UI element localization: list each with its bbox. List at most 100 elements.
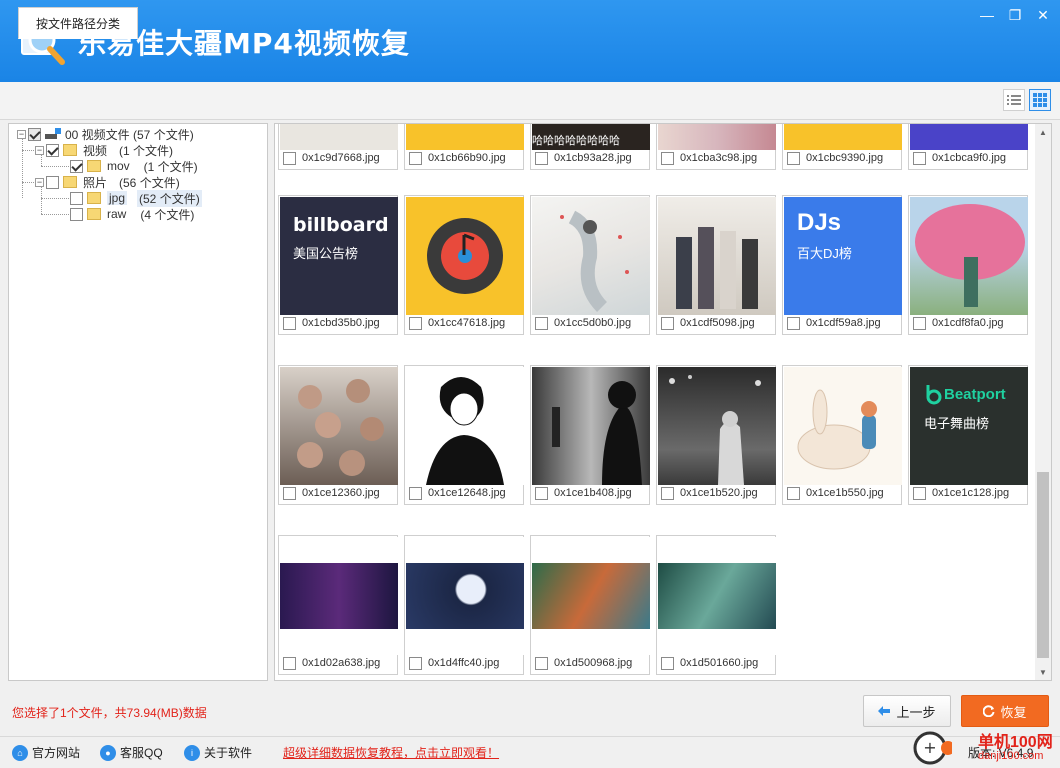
scroll-thumb[interactable]	[1037, 472, 1049, 658]
tree-item-photos[interactable]: − 照片 (56 个文件)	[35, 174, 180, 190]
collapse-icon[interactable]: −	[17, 129, 26, 139]
thumbnail	[910, 124, 1028, 150]
checkbox[interactable]	[46, 143, 59, 157]
thumbnail	[658, 367, 776, 485]
checkbox[interactable]	[661, 486, 674, 500]
checkbox[interactable]	[409, 151, 422, 165]
file-card[interactable]: 0x1ce12648.jpg	[404, 365, 524, 505]
tree-item-video[interactable]: − 视频 (1 个文件)	[35, 142, 173, 158]
vertical-scrollbar[interactable]: ▲ ▼	[1035, 124, 1051, 680]
file-card[interactable]: 0x1cb66b90.jpg	[404, 124, 524, 170]
checkbox[interactable]	[661, 656, 674, 670]
thumbnail-caption: 哈哈哈哈哈哈哈哈	[532, 135, 620, 147]
checkbox[interactable]	[409, 656, 422, 670]
scroll-up-icon[interactable]: ▲	[1035, 124, 1051, 140]
illustration-image	[658, 563, 776, 629]
file-card[interactable]: 0x1d500968.jpg	[530, 535, 650, 675]
file-name: 0x1cb66b90.jpg	[428, 152, 506, 164]
collapse-icon[interactable]: −	[35, 177, 44, 187]
prev-step-button[interactable]: 上一步	[863, 695, 951, 727]
checkbox[interactable]	[409, 486, 422, 500]
tree-item-count: (4 个文件)	[140, 207, 195, 222]
checkbox[interactable]	[283, 316, 296, 330]
file-card[interactable]: 0x1ce1b550.jpg	[782, 365, 902, 505]
tab-by-file-path[interactable]: 按文件路径分类	[18, 7, 138, 39]
tree-item-jpg[interactable]: jpg (52 个文件)	[70, 189, 202, 207]
about-software-link[interactable]: i 关于软件	[184, 744, 252, 761]
thumbnail	[406, 197, 524, 315]
checkbox[interactable]	[535, 486, 548, 500]
file-card[interactable]: DJs 百大DJ榜 0x1cdf59a8.jpg	[782, 195, 902, 335]
collapse-icon[interactable]: −	[35, 145, 44, 155]
checkbox[interactable]	[28, 127, 41, 141]
official-website-link[interactable]: ⌂ 官方网站	[12, 744, 80, 761]
checkbox[interactable]	[535, 151, 548, 165]
checkbox[interactable]	[283, 486, 296, 500]
file-card[interactable]: 哈哈哈哈哈哈哈哈 0x1cb93a28.jpg	[530, 124, 650, 170]
file-name: 0x1ce1b550.jpg	[806, 487, 884, 499]
file-card[interactable]: 0x1cba3c98.jpg	[656, 124, 776, 170]
file-card[interactable]: billboard 美国公告榜 0x1cbd35b0.jpg	[278, 195, 398, 335]
file-card[interactable]: 0x1cbca9f0.jpg	[908, 124, 1028, 170]
checkbox[interactable]	[913, 151, 926, 165]
file-card[interactable]: 0x1ce1b520.jpg	[656, 365, 776, 505]
minimize-icon[interactable]: —	[976, 6, 998, 24]
file-card[interactable]: 0x1cdf8fa0.jpg	[908, 195, 1028, 335]
folder-icon	[87, 160, 101, 172]
checkbox[interactable]	[787, 316, 800, 330]
list-view-button[interactable]	[1003, 89, 1025, 111]
grid-view-button[interactable]	[1029, 89, 1051, 111]
tree-item-label: raw	[107, 207, 127, 221]
file-card[interactable]: 0x1ce1b408.jpg	[530, 365, 650, 505]
checkbox[interactable]	[535, 316, 548, 330]
checkbox[interactable]	[46, 175, 59, 189]
tab-bar	[0, 82, 1060, 120]
checkbox[interactable]	[535, 656, 548, 670]
checkbox[interactable]	[787, 151, 800, 165]
file-card[interactable]: Beatport 电子舞曲榜 0x1ce1c128.jpg	[908, 365, 1028, 505]
file-card[interactable]: 0x1d02a638.jpg	[278, 535, 398, 675]
file-card[interactable]: 0x1cbc9390.jpg	[782, 124, 902, 170]
checkbox[interactable]	[409, 316, 422, 330]
file-name: 0x1cbc9390.jpg	[806, 152, 884, 164]
checkbox[interactable]	[283, 151, 296, 165]
tree-item-raw[interactable]: raw (4 个文件)	[70, 206, 194, 222]
official-website-label: 官方网站	[32, 746, 81, 760]
checkbox[interactable]	[913, 486, 926, 500]
tree-item-mov[interactable]: mov (1 个文件)	[70, 158, 198, 174]
support-qq-link[interactable]: ● 客服QQ	[100, 744, 163, 761]
thumbnail	[784, 367, 902, 485]
thumbnail: billboard 美国公告榜	[280, 197, 398, 315]
checkbox[interactable]	[70, 207, 83, 221]
file-name: 0x1cdf5098.jpg	[680, 317, 755, 329]
file-card[interactable]: 0x1cdf5098.jpg	[656, 195, 776, 335]
scroll-down-icon[interactable]: ▼	[1035, 664, 1051, 680]
file-card[interactable]: 0x1d501660.jpg	[656, 535, 776, 675]
tutorial-promo-link[interactable]: 超级详细数据恢复教程，点击立即观看！	[283, 744, 499, 761]
restore-button[interactable]: 恢复	[961, 695, 1049, 727]
checkbox[interactable]	[913, 316, 926, 330]
file-card[interactable]: 0x1cc5d0b0.jpg	[530, 195, 650, 335]
checkbox[interactable]	[661, 316, 674, 330]
close-icon[interactable]: ✕	[1032, 6, 1054, 24]
checkbox[interactable]	[787, 486, 800, 500]
illustration-image	[532, 563, 650, 629]
file-card[interactable]: 0x1ce12360.jpg	[278, 365, 398, 505]
restore-icon[interactable]: ❐	[1004, 6, 1026, 24]
checkbox[interactable]	[70, 159, 83, 173]
support-qq-label: 客服QQ	[120, 746, 163, 760]
tree-item-count: (56 个文件)	[119, 175, 180, 190]
checkbox[interactable]	[70, 191, 83, 205]
title-bar: 乐易佳大疆MP4视频恢复 — ❐ ✕	[0, 0, 1060, 82]
svg-text:+: +	[923, 738, 936, 757]
tree-item-root[interactable]: − 00 视频文件 (57 个文件)	[17, 126, 194, 142]
checkbox[interactable]	[661, 151, 674, 165]
file-card[interactable]: 0x1cc47618.jpg	[404, 195, 524, 335]
tree-item-count: (1 个文件)	[143, 159, 198, 174]
checkbox[interactable]	[283, 656, 296, 670]
file-card[interactable]: 0x1d4ffc40.jpg	[404, 535, 524, 675]
prev-step-label: 上一步	[896, 704, 936, 720]
thumbnail	[658, 537, 776, 655]
rabbit-illustration	[797, 389, 877, 470]
file-card[interactable]: 0x1c9d7668.jpg	[278, 124, 398, 170]
